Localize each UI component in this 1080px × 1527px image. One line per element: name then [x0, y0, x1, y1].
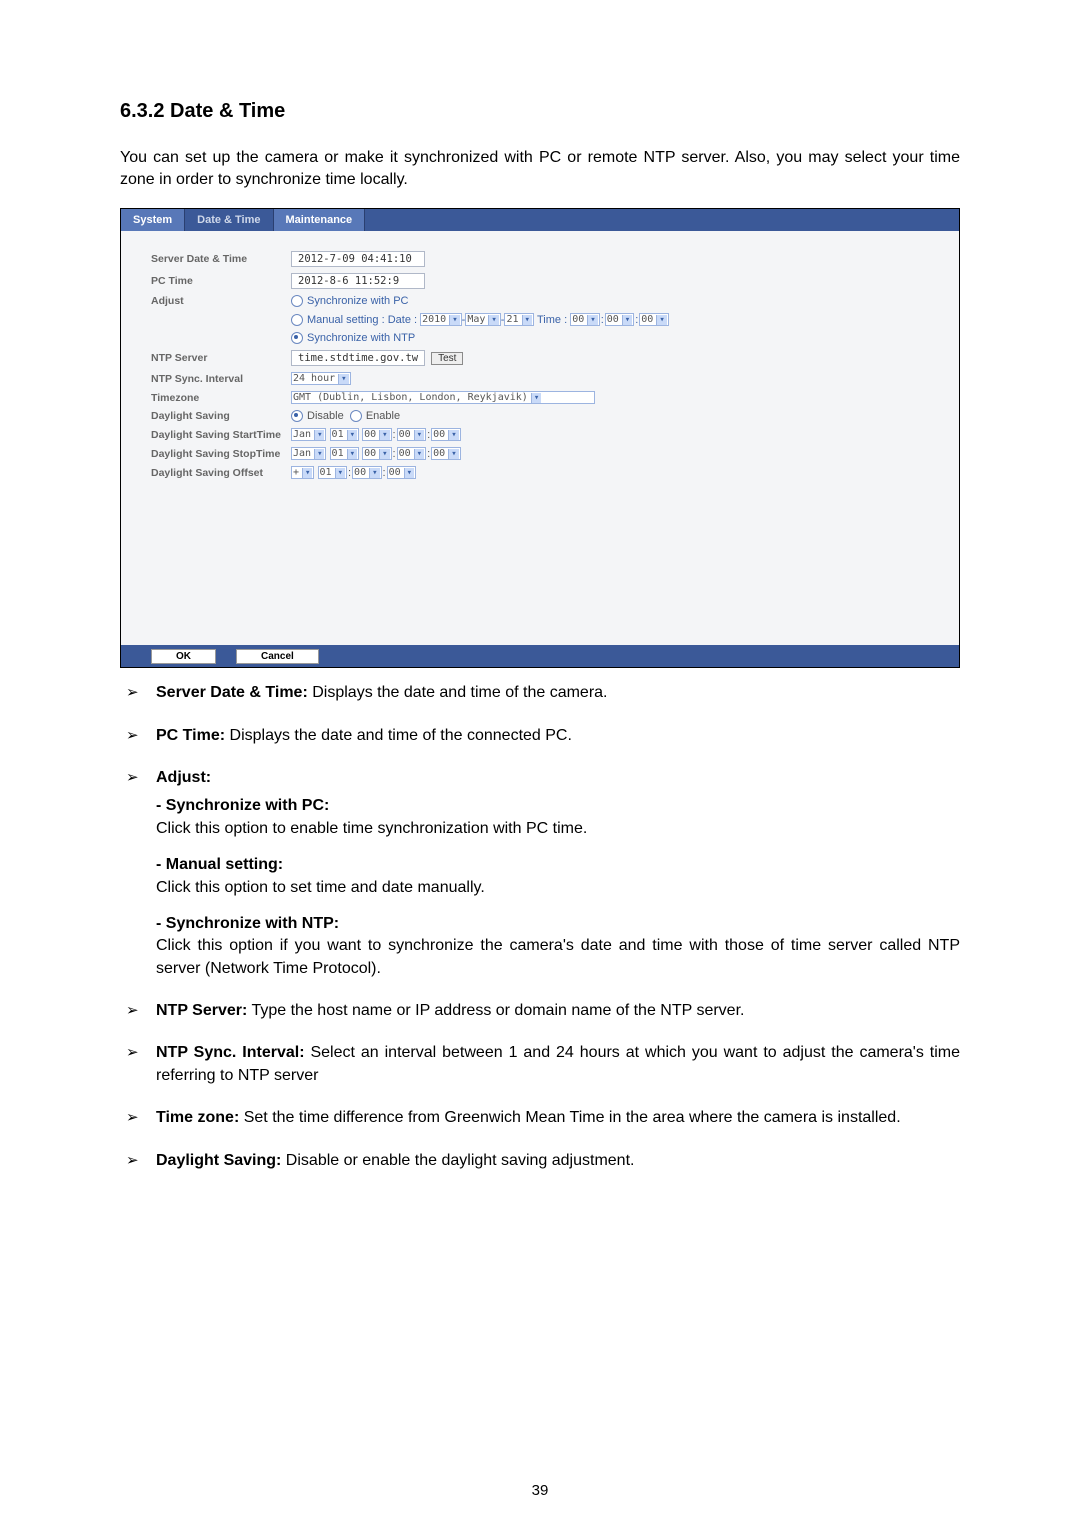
- select-day[interactable]: 21▾: [504, 313, 533, 326]
- chevron-down-icon: ▾: [414, 430, 424, 440]
- select-minute[interactable]: 00▾: [605, 313, 634, 326]
- input-ntp-server[interactable]: time.stdtime.gov.tw: [291, 350, 425, 366]
- list-item: Daylight Saving: Disable or enable the d…: [120, 1150, 960, 1172]
- chevron-down-icon: ▾: [587, 315, 597, 325]
- select-second[interactable]: 00▾: [639, 313, 668, 326]
- radio-manual[interactable]: [291, 314, 303, 326]
- select-timezone[interactable]: GMT (Dublin, Lisbon, London, Reykjavik)▾: [291, 391, 595, 404]
- list-item: NTP Server: Type the host name or IP add…: [120, 1000, 960, 1022]
- section-heading: 6.3.2 Date & Time: [120, 100, 960, 123]
- chevron-down-icon: ▾: [522, 315, 532, 325]
- panel-footer: OK Cancel: [121, 645, 959, 667]
- chevron-down-icon: ▾: [488, 315, 498, 325]
- label-server-dt: Server Date & Time: [151, 253, 291, 265]
- chevron-down-icon: ▾: [314, 449, 324, 459]
- label-ds-start: Daylight Saving StartTime: [151, 429, 291, 441]
- chevron-down-icon: ▾: [448, 449, 458, 459]
- tab-date-time[interactable]: Date & Time: [185, 209, 273, 231]
- chevron-down-icon: ▾: [314, 430, 324, 440]
- option-time-label: Time :: [537, 314, 567, 326]
- value-pc-time: 2012-8-6 11:52:9: [291, 273, 425, 289]
- tab-bar: System Date & Time Maintenance: [121, 209, 959, 231]
- label-pc-time: PC Time: [151, 275, 291, 287]
- tab-system[interactable]: System: [121, 209, 185, 231]
- select-ds-stop-month[interactable]: Jan▾: [291, 447, 326, 460]
- chevron-down-icon: ▾: [448, 430, 458, 440]
- label-adjust: Adjust: [151, 295, 291, 307]
- chevron-down-icon: ▾: [302, 468, 312, 478]
- settings-panel: System Date & Time Maintenance Server Da…: [120, 208, 960, 668]
- select-ntp-interval[interactable]: 24 hour▾: [291, 372, 351, 385]
- intro-paragraph: You can set up the camera or make it syn…: [120, 147, 960, 190]
- select-ds-off-m[interactable]: 00▾: [352, 466, 381, 479]
- select-ds-start-d1[interactable]: 01▾: [330, 428, 359, 441]
- select-hour[interactable]: 00▾: [570, 313, 599, 326]
- page-number: 39: [0, 1482, 1080, 1499]
- select-ds-start-h[interactable]: 00▾: [362, 428, 391, 441]
- select-ds-start-s[interactable]: 00▾: [431, 428, 460, 441]
- chevron-down-icon: ▾: [531, 393, 541, 403]
- select-month[interactable]: May▾: [465, 313, 500, 326]
- select-ds-start-m[interactable]: 00▾: [397, 428, 426, 441]
- chevron-down-icon: ▾: [338, 374, 348, 384]
- label-ds-offset: Daylight Saving Offset: [151, 467, 291, 479]
- radio-ds-enable[interactable]: [350, 410, 362, 422]
- chevron-down-icon: ▾: [404, 468, 414, 478]
- label-daylight-saving: Daylight Saving: [151, 410, 291, 422]
- option-ds-enable[interactable]: Enable: [366, 410, 400, 422]
- select-ds-stop-m[interactable]: 00▾: [397, 447, 426, 460]
- list-item: PC Time: Displays the date and time of t…: [120, 725, 960, 747]
- cancel-button[interactable]: Cancel: [236, 649, 319, 664]
- ok-button[interactable]: OK: [151, 649, 216, 664]
- label-ds-stop: Daylight Saving StopTime: [151, 448, 291, 460]
- chevron-down-icon: ▾: [449, 315, 459, 325]
- chevron-down-icon: ▾: [414, 449, 424, 459]
- select-ds-stop-s[interactable]: 00▾: [431, 447, 460, 460]
- select-year[interactable]: 2010▾: [420, 313, 462, 326]
- radio-sync-ntp[interactable]: [291, 332, 303, 344]
- select-ds-stop-h[interactable]: 00▾: [362, 447, 391, 460]
- radio-sync-pc[interactable]: [291, 295, 303, 307]
- panel-body: Server Date & Time 2012-7-09 04:41:10 PC…: [121, 231, 959, 645]
- test-button[interactable]: Test: [431, 352, 463, 365]
- option-sync-pc[interactable]: Synchronize with PC: [307, 295, 409, 307]
- list-item: Adjust: - Synchronize with PC:Click this…: [120, 767, 960, 980]
- label-timezone: Timezone: [151, 392, 291, 404]
- select-ds-stop-d1[interactable]: 01▾: [330, 447, 359, 460]
- explanation-list: Server Date & Time: Displays the date an…: [120, 682, 960, 1172]
- label-ntp-server: NTP Server: [151, 352, 291, 364]
- chevron-down-icon: ▾: [347, 430, 357, 440]
- list-item: Server Date & Time: Displays the date an…: [120, 682, 960, 704]
- select-ds-sign[interactable]: +▾: [291, 466, 314, 479]
- chevron-down-icon: ▾: [379, 449, 389, 459]
- option-manual-prefix: Manual setting : Date :: [307, 314, 417, 326]
- select-ds-start-month[interactable]: Jan▾: [291, 428, 326, 441]
- chevron-down-icon: ▾: [347, 449, 357, 459]
- radio-ds-disable[interactable]: [291, 410, 303, 422]
- option-ds-disable[interactable]: Disable: [307, 410, 344, 422]
- label-ntp-interval: NTP Sync. Interval: [151, 373, 291, 385]
- chevron-down-icon: ▾: [335, 468, 345, 478]
- list-item: NTP Sync. Interval: Select an interval b…: [120, 1042, 960, 1087]
- select-ds-off-h[interactable]: 01▾: [318, 466, 347, 479]
- value-server-dt: 2012-7-09 04:41:10: [291, 251, 425, 267]
- chevron-down-icon: ▾: [656, 315, 666, 325]
- chevron-down-icon: ▾: [379, 430, 389, 440]
- option-sync-ntp[interactable]: Synchronize with NTP: [307, 332, 415, 344]
- select-ds-off-s[interactable]: 00▾: [387, 466, 416, 479]
- chevron-down-icon: ▾: [622, 315, 632, 325]
- chevron-down-icon: ▾: [369, 468, 379, 478]
- tab-maintenance[interactable]: Maintenance: [274, 209, 366, 231]
- list-item: Time zone: Set the time difference from …: [120, 1107, 960, 1129]
